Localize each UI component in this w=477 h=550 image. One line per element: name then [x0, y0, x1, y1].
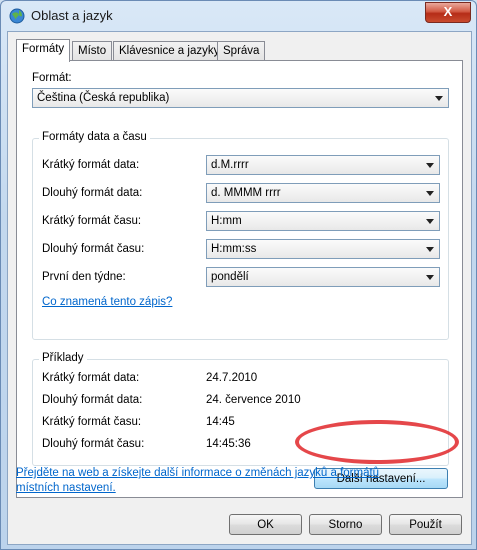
- chevron-down-icon: [426, 191, 434, 196]
- cancel-button[interactable]: Storno: [309, 514, 382, 535]
- web-info-link-line1[interactable]: Přejděte na web a získejte další informa…: [16, 466, 426, 481]
- example-short-time-label: Krátký formát času:: [42, 416, 142, 428]
- globe-icon: [9, 8, 25, 24]
- examples-title: Příklady: [39, 352, 87, 364]
- long-time-label: Dlouhý formát času:: [42, 243, 145, 255]
- chevron-down-icon: [426, 275, 434, 280]
- first-day-value: pondělí: [211, 271, 249, 283]
- tab-location[interactable]: Místo: [72, 41, 113, 61]
- format-value: Čeština (Česká republika): [37, 92, 170, 104]
- tab-administrative[interactable]: Správa: [217, 41, 266, 61]
- example-long-time-value: 14:45:36: [206, 438, 251, 450]
- window-title: Oblast a jazyk: [31, 8, 113, 23]
- example-long-date-value: 24. července 2010: [206, 394, 301, 406]
- short-time-dropdown[interactable]: H:mm: [206, 211, 440, 231]
- notation-help-link[interactable]: Co znamená tento zápis?: [42, 296, 172, 308]
- tab-keyboards[interactable]: Klávesnice a jazyky: [113, 41, 226, 61]
- title-bar[interactable]: Oblast a jazyk X: [1, 1, 476, 31]
- date-time-formats-title: Formáty data a času: [39, 131, 150, 143]
- example-long-time-label: Dlouhý formát času:: [42, 438, 145, 450]
- short-date-label: Krátký formát data:: [42, 159, 140, 171]
- example-short-date-value: 24.7.2010: [206, 372, 258, 384]
- tab-formats[interactable]: Formáty: [16, 39, 71, 62]
- close-icon: X: [443, 4, 453, 19]
- long-time-dropdown[interactable]: H:mm:ss: [206, 239, 440, 259]
- chevron-down-icon: [426, 163, 434, 168]
- short-time-value: H:mm: [211, 215, 242, 227]
- example-short-time-value: 14:45: [206, 416, 235, 428]
- short-time-label: Krátký formát času:: [42, 215, 142, 227]
- short-date-value: d.M.rrrr: [211, 159, 249, 171]
- long-date-label: Dlouhý formát data:: [42, 187, 143, 199]
- ok-button[interactable]: OK: [229, 514, 302, 535]
- dialog-window: Oblast a jazyk X Formáty Místo Klávesnic…: [0, 0, 477, 550]
- long-date-dropdown[interactable]: d. MMMM rrrr: [206, 183, 440, 203]
- web-info-link-line2[interactable]: místních nastavení.: [16, 481, 116, 496]
- first-day-dropdown[interactable]: pondělí: [206, 267, 440, 287]
- long-date-value: d. MMMM rrrr: [211, 187, 281, 199]
- format-dropdown[interactable]: Čeština (Česká republika): [32, 88, 449, 108]
- first-day-label: První den týdne:: [42, 271, 126, 283]
- chevron-down-icon: [426, 219, 434, 224]
- dialog-client: Formáty Místo Klávesnice a jazyky Správa…: [7, 31, 472, 545]
- format-label: Formát:: [32, 72, 72, 84]
- chevron-down-icon: [435, 96, 443, 101]
- apply-button[interactable]: Použít: [389, 514, 462, 535]
- formats-panel: Formát: Čeština (Česká republika) Formát…: [16, 60, 463, 498]
- example-short-date-label: Krátký formát data:: [42, 372, 140, 384]
- example-long-date-label: Dlouhý formát data:: [42, 394, 143, 406]
- long-time-value: H:mm:ss: [211, 243, 257, 255]
- close-button[interactable]: X: [425, 2, 471, 23]
- short-date-dropdown[interactable]: d.M.rrrr: [206, 155, 440, 175]
- chevron-down-icon: [426, 247, 434, 252]
